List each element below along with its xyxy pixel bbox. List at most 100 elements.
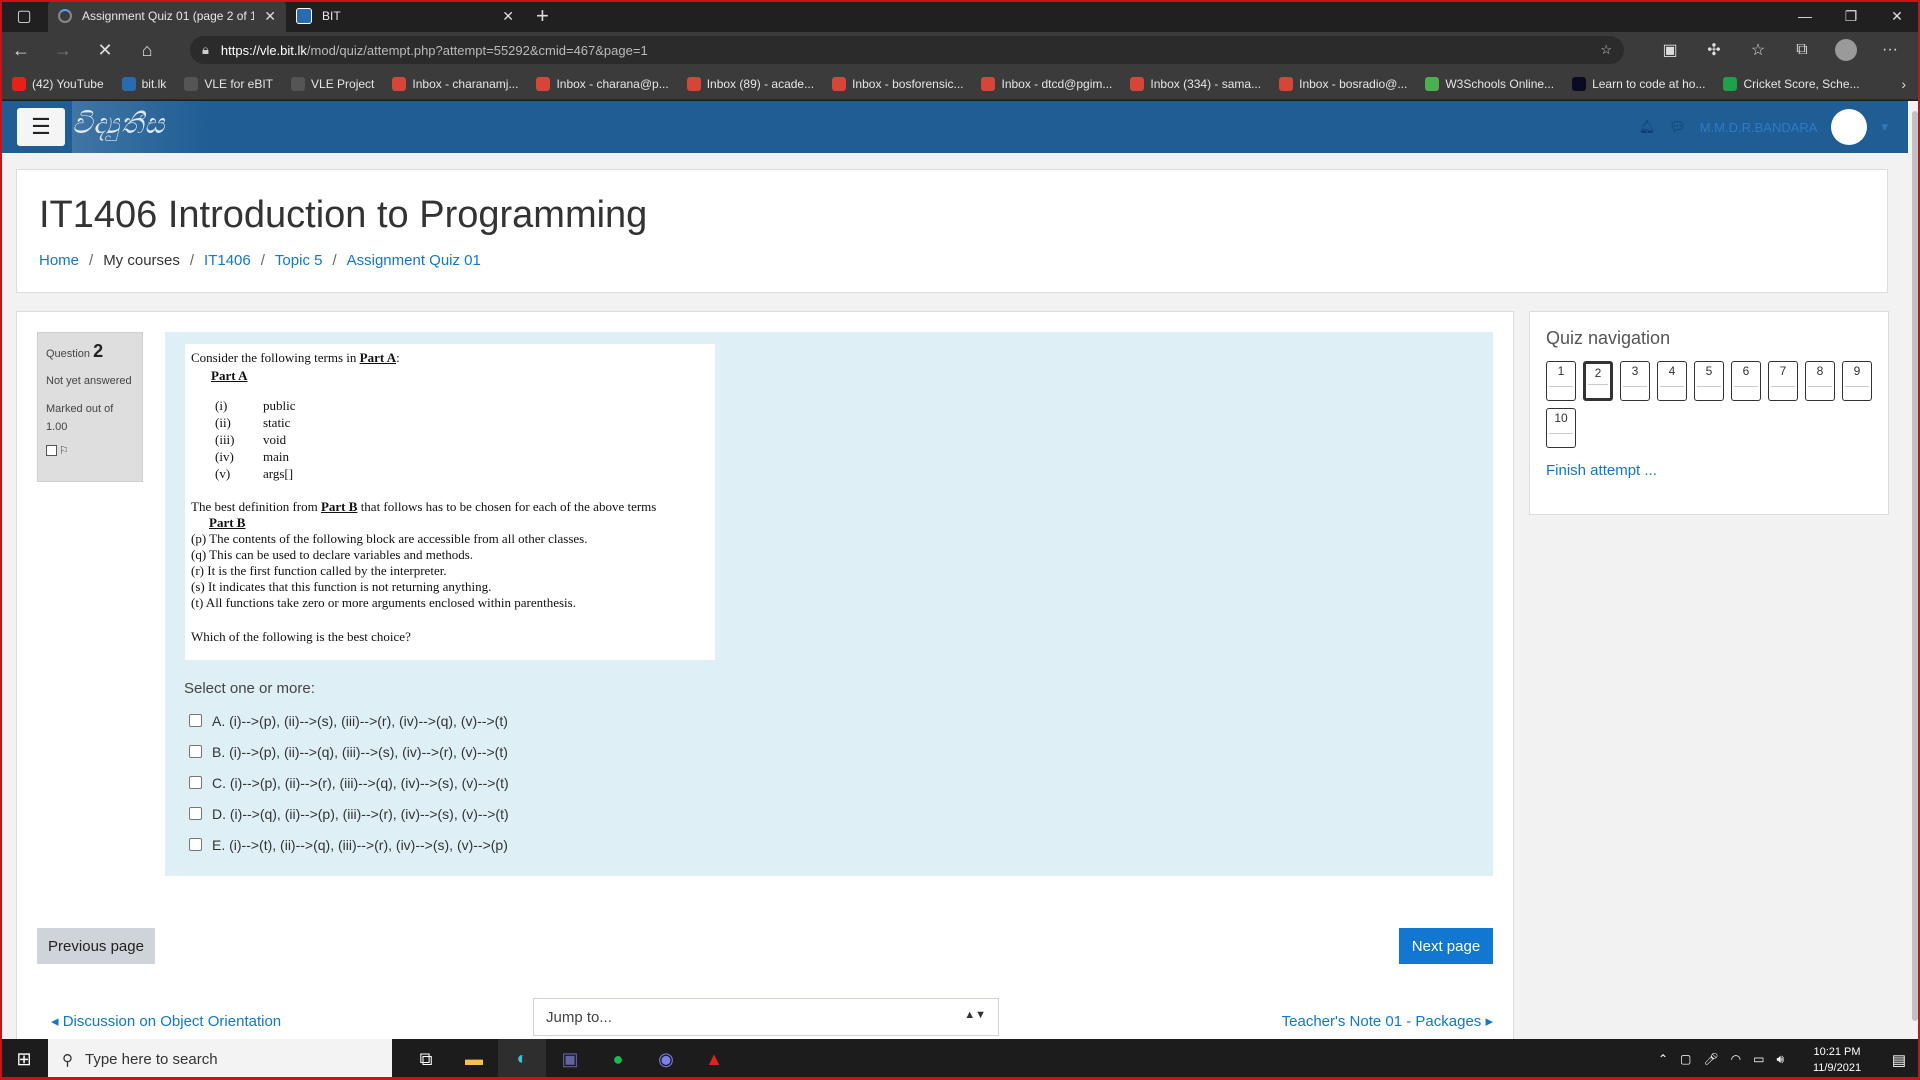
next-page-button[interactable]: Next page bbox=[1399, 928, 1493, 964]
extension-icon[interactable]: ▣ bbox=[1648, 32, 1692, 68]
answer-label[interactable]: E. (i)-->(t), (ii)-->(q), (iii)-->(r), (… bbox=[212, 837, 508, 853]
tab-quiz[interactable]: Assignment Quiz 01 (page 2 of 1 ✕ bbox=[48, 0, 286, 32]
chevron-up-icon[interactable]: ⌃ bbox=[1658, 1052, 1668, 1067]
meet-now-icon[interactable]: ▢ bbox=[1680, 1052, 1691, 1067]
favorite-star-icon[interactable]: ☆ bbox=[1600, 42, 1612, 58]
user-name[interactable]: M.M.D.R.BANDARA bbox=[1700, 120, 1818, 135]
notification-bell-icon[interactable]: 🔔︎ bbox=[1639, 119, 1656, 135]
bookmark-item[interactable]: W3Schools Online... bbox=[1425, 76, 1554, 91]
taskbar-search-input[interactable]: ⚲ Type here to search bbox=[48, 1039, 392, 1080]
microphone-icon[interactable]: 🎤︎ bbox=[1703, 1052, 1718, 1067]
quiz-nav-button[interactable]: 3 bbox=[1620, 361, 1650, 401]
minimize-icon[interactable]: — bbox=[1782, 0, 1828, 32]
quiz-nav-button[interactable]: 10 bbox=[1546, 408, 1576, 448]
bookmark-item[interactable]: Cricket Score, Sche... bbox=[1723, 76, 1860, 91]
site-logo[interactable]: විද්‍යුතීස bbox=[72, 107, 165, 141]
answer-option[interactable]: A. (i)-->(p), (ii)-->(s), (iii)-->(r), (… bbox=[189, 705, 509, 736]
messages-icon[interactable]: 💬︎ bbox=[1669, 119, 1686, 135]
more-icon[interactable]: ··· bbox=[1868, 32, 1912, 68]
close-tab-icon[interactable]: ✕ bbox=[264, 8, 276, 25]
flag-question[interactable]: ⚐ bbox=[46, 444, 134, 457]
breadcrumb-home[interactable]: Home bbox=[39, 252, 79, 269]
close-tab-icon[interactable]: ✕ bbox=[502, 8, 514, 25]
answer-option[interactable]: B. (i)-->(p), (ii)-->(q), (iii)-->(s), (… bbox=[189, 736, 509, 767]
notification-center-icon[interactable]: ▤ bbox=[1878, 1039, 1920, 1080]
home-icon[interactable]: ⌂ bbox=[126, 32, 168, 68]
answer-checkbox[interactable] bbox=[189, 776, 202, 789]
bookmark-item[interactable]: Inbox (334) - sama... bbox=[1130, 76, 1261, 91]
profile-icon[interactable] bbox=[1824, 32, 1868, 68]
quiz-nav-button[interactable]: 8 bbox=[1805, 361, 1835, 401]
answer-label[interactable]: C. (i)-->(p), (ii)-->(r), (iii)-->(q), (… bbox=[212, 775, 509, 791]
new-tab-icon[interactable]: + bbox=[524, 0, 561, 32]
quiz-nav-button[interactable]: 2 bbox=[1583, 361, 1613, 401]
bookmark-item[interactable]: bit.lk bbox=[121, 76, 166, 91]
answer-checkbox[interactable] bbox=[189, 807, 202, 820]
bookmark-item[interactable]: (42) YouTube bbox=[12, 76, 104, 91]
bookmark-item[interactable]: VLE for eBIT bbox=[184, 76, 273, 91]
answer-checkbox[interactable] bbox=[189, 745, 202, 758]
bookmark-item[interactable]: Inbox - charana@p... bbox=[536, 76, 669, 91]
quiz-nav-button[interactable]: 5 bbox=[1694, 361, 1724, 401]
flag-checkbox[interactable] bbox=[46, 445, 57, 456]
close-window-icon[interactable]: ✕ bbox=[1874, 0, 1920, 32]
volume-icon[interactable]: 🔊︎ bbox=[1776, 1052, 1784, 1067]
next-activity-link[interactable]: Teacher's Note 01 - Packages ▸ bbox=[1282, 1012, 1493, 1030]
teams-classic-icon[interactable]: ◉ bbox=[642, 1039, 690, 1080]
bookmark-item[interactable]: Inbox - dtcd@pgim... bbox=[981, 76, 1112, 91]
back-icon[interactable]: ← bbox=[0, 32, 42, 68]
page-scrollbar[interactable] bbox=[1910, 101, 1920, 1039]
answer-checkbox[interactable] bbox=[189, 714, 202, 727]
answer-label[interactable]: A. (i)-->(p), (ii)-->(s), (iii)-->(r), (… bbox=[212, 713, 508, 729]
answer-option[interactable]: E. (i)-->(t), (ii)-->(q), (iii)-->(r), (… bbox=[189, 829, 509, 860]
tab-actions-icon[interactable]: ▢ bbox=[0, 0, 48, 32]
favorites-icon[interactable]: ☆ bbox=[1736, 32, 1780, 68]
quiz-nav-button[interactable]: 9 bbox=[1842, 361, 1872, 401]
answer-label[interactable]: B. (i)-->(p), (ii)-->(q), (iii)-->(s), (… bbox=[212, 744, 508, 760]
bookmark-item[interactable]: Inbox - charanamj... bbox=[392, 76, 518, 91]
quiz-nav-button[interactable]: 4 bbox=[1657, 361, 1687, 401]
answer-checkbox[interactable] bbox=[189, 838, 202, 851]
acrobat-icon[interactable]: ▲ bbox=[690, 1039, 738, 1080]
avatar[interactable] bbox=[1831, 109, 1868, 145]
wifi-icon[interactable]: ◠ bbox=[1731, 1052, 1741, 1067]
restore-icon[interactable]: ❐ bbox=[1828, 0, 1874, 32]
quiz-nav-button[interactable]: 7 bbox=[1768, 361, 1798, 401]
flag-icon[interactable]: ⚐ bbox=[59, 444, 69, 457]
bookmarks-overflow-icon[interactable]: › bbox=[1901, 76, 1906, 92]
breadcrumb-quiz[interactable]: Assignment Quiz 01 bbox=[347, 252, 481, 269]
menu-toggle-icon[interactable]: ☰ bbox=[17, 108, 65, 146]
quiz-nav-button[interactable]: 6 bbox=[1731, 361, 1761, 401]
tab-bit[interactable]: BIT ✕ bbox=[286, 0, 524, 32]
bookmark-item[interactable]: VLE Project bbox=[291, 76, 374, 91]
chevron-down-icon[interactable]: ▾ bbox=[1881, 119, 1888, 135]
bookmark-item[interactable]: Learn to code at ho... bbox=[1572, 76, 1705, 91]
edge-browser-icon[interactable]: ◐ bbox=[498, 1039, 546, 1080]
windows-start-icon[interactable]: ⊞ bbox=[0, 1039, 48, 1080]
file-explorer-icon[interactable]: ▬ bbox=[450, 1039, 498, 1080]
previous-page-button[interactable]: Previous page bbox=[37, 928, 155, 964]
finish-attempt-link[interactable]: Finish attempt ... bbox=[1546, 462, 1872, 479]
bookmark-item[interactable]: Inbox (89) - acade... bbox=[686, 76, 814, 91]
bookmark-item[interactable]: Inbox - bosforensic... bbox=[832, 76, 963, 91]
stop-icon[interactable]: ✕ bbox=[84, 32, 126, 68]
bookmark-item[interactable]: Inbox - bosradio@... bbox=[1279, 76, 1407, 91]
url-input[interactable]: 🔒︎ https://vle.bit.lk/mod/quiz/attempt.p… bbox=[190, 36, 1624, 64]
task-view-icon[interactable]: ⧉ bbox=[402, 1039, 450, 1080]
teams-icon[interactable]: ▣ bbox=[546, 1039, 594, 1080]
forward-icon[interactable]: → bbox=[42, 32, 84, 68]
spotify-icon[interactable]: ● bbox=[594, 1039, 642, 1080]
breadcrumb-topic[interactable]: Topic 5 bbox=[275, 252, 323, 269]
battery-icon[interactable]: ▭ bbox=[1753, 1052, 1764, 1067]
quiz-nav-button[interactable]: 1 bbox=[1546, 361, 1576, 401]
clock[interactable]: 10:21 PM 11/9/2021 bbox=[1796, 1044, 1878, 1076]
answer-label[interactable]: D. (i)-->(q), (ii)-->(p), (iii)-->(r), (… bbox=[212, 806, 509, 822]
answer-option[interactable]: C. (i)-->(p), (ii)-->(r), (iii)-->(q), (… bbox=[189, 767, 509, 798]
previous-activity-link[interactable]: ◂ Discussion on Object Orientation bbox=[51, 1012, 281, 1030]
breadcrumb-course[interactable]: IT1406 bbox=[204, 252, 251, 269]
scrollbar-thumb[interactable] bbox=[1912, 111, 1918, 1021]
jump-to-select[interactable]: Jump to... ▲▼ bbox=[533, 998, 999, 1036]
answer-option[interactable]: D. (i)-->(q), (ii)-->(p), (iii)-->(r), (… bbox=[189, 798, 509, 829]
collections-icon[interactable]: ⧉ bbox=[1780, 32, 1824, 68]
puzzle-icon[interactable]: ✣ bbox=[1692, 32, 1736, 68]
